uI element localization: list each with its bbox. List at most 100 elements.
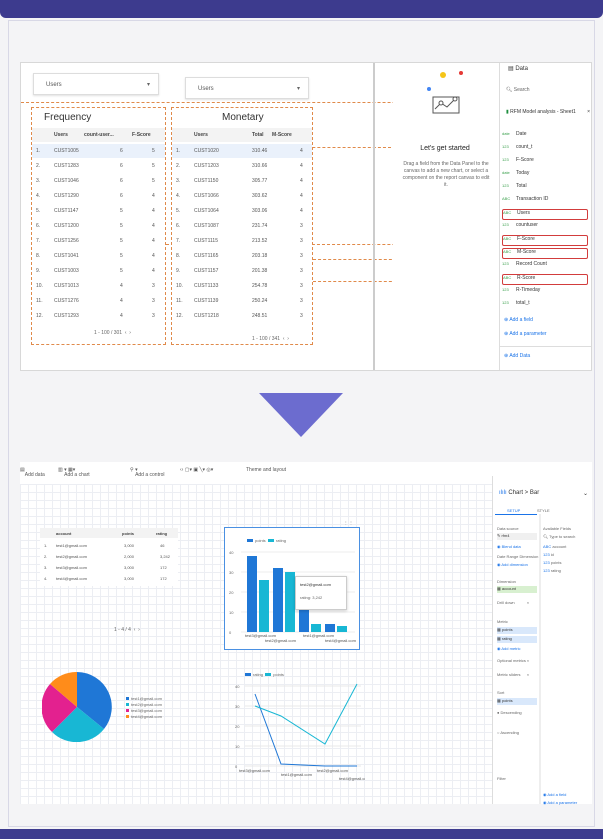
dimension-chip[interactable]: ▦ account	[497, 586, 537, 593]
field-item[interactable]: 123 countuser	[502, 222, 588, 233]
table-pager[interactable]: 1 - 4 / 4 ‹ ›	[114, 627, 140, 633]
table-row[interactable]: 7. CUST1115 213.52 3	[172, 234, 312, 248]
column-header[interactable]: Users	[194, 132, 208, 138]
available-field-item[interactable]: 123 points	[543, 560, 561, 565]
field-item[interactable]: 123 count_t	[502, 144, 588, 155]
add-data-button[interactable]: ▤ Add data	[20, 467, 45, 478]
table-row[interactable]: 10. CUST1133 254.78 3	[172, 279, 312, 293]
bar-chart[interactable]: ⋮ ⋮ points rating 40 30 20 10 0 test3@gmail.c…	[224, 520, 360, 650]
tab-style[interactable]: STYLE	[537, 508, 550, 513]
column-header[interactable]: count-user...	[84, 132, 114, 138]
column-header[interactable]: Users	[54, 132, 68, 138]
table-pager[interactable]: 1 - 100 / 301 ‹ ›	[94, 330, 131, 336]
table-row[interactable]: 11. CUST1139 250.24 3	[172, 294, 312, 308]
field-item[interactable]: 123 Total	[502, 183, 588, 194]
add-control-button[interactable]: ⚲ Add a control ▾	[130, 467, 165, 478]
table-row[interactable]: 9. CUST1003 5 4	[32, 264, 165, 278]
metric-sliders-toggle[interactable]: ◐	[527, 672, 529, 677]
field-item[interactable]: ABC F-Score	[502, 235, 588, 246]
search-input[interactable]: 🔍︎ Search	[506, 87, 530, 93]
table-row[interactable]: 2. test2@gmail.com 2,000 3,242	[40, 551, 178, 561]
table-row[interactable]: 11. CUST1276 4 3	[32, 294, 165, 308]
field-item[interactable]: ABC Transaction ID	[502, 196, 588, 207]
drill-down-toggle[interactable]: ◐	[527, 600, 529, 605]
field-item[interactable]: 123 total_t	[502, 300, 588, 311]
column-header[interactable]: F-Score	[132, 132, 151, 138]
theme-layout-button[interactable]: Theme and layout	[246, 467, 286, 473]
users-dropdown-left[interactable]: Users ▾	[33, 73, 159, 95]
table-row[interactable]: 7. CUST1256 5 4	[32, 234, 165, 248]
table-title: Frequency	[44, 112, 92, 123]
available-field-item[interactable]: 123 id	[543, 552, 554, 557]
table-row[interactable]: 4. CUST1290 6 4	[32, 189, 165, 203]
field-item[interactable]: 123 Record Count	[502, 261, 588, 272]
field-item[interactable]: ABC R-Score	[502, 274, 588, 285]
table-row[interactable]: 10. CUST1013 4 3	[32, 279, 165, 293]
metric-chip-rating[interactable]: ▦ rating	[497, 636, 537, 643]
data-source-item[interactable]: ▮ RFM Model analysis - Sheet1 ×	[506, 109, 590, 115]
toolbar-icons[interactable]: ‹› ▢▾ ▣ ╲▾ ◎▾	[180, 467, 213, 473]
chevron-down-icon[interactable]: ⌄	[583, 490, 588, 497]
table-row[interactable]: 3. CUST1046 6 5	[32, 174, 165, 188]
table-row[interactable]: 2. CUST1203 310.66 4	[172, 159, 312, 173]
column-header[interactable]: Total	[252, 132, 264, 138]
table-row[interactable]: 1. CUST1005 6 5	[32, 144, 165, 158]
table-row[interactable]: 3. test3@gmail.com 3,000 172	[40, 562, 178, 572]
table-row[interactable]: 2. CUST1283 6 5	[32, 159, 165, 173]
field-item[interactable]: 123 R-Timeday	[502, 287, 588, 298]
table-row[interactable]: 8. CUST1041 5 4	[32, 249, 165, 263]
field-item[interactable]: date Today	[502, 170, 588, 181]
field-item[interactable]: ABC Users	[502, 209, 588, 220]
table-row[interactable]: 8. CUST1165 203.18 3	[172, 249, 312, 263]
add-dimension-button[interactable]: ◉ Add dimension	[497, 562, 528, 567]
add-parameter-button[interactable]: ⊕ Add a parameter	[504, 331, 547, 337]
descending-radio[interactable]: ● Descending	[497, 710, 522, 715]
tab-setup[interactable]: SETUP	[507, 508, 520, 513]
add-field-button[interactable]: ⊕ Add a field	[504, 317, 533, 323]
add-data-button[interactable]: ⊕ Add Data	[504, 353, 530, 359]
add-parameter-button[interactable]: ◉ Add a parameter	[543, 800, 577, 805]
chart-options-icon[interactable]: ⋮ ⋮	[344, 520, 353, 525]
blend-data-button[interactable]: ◉ Blend data	[497, 544, 521, 549]
optional-metrics-label: Optional metrics	[497, 658, 526, 663]
column-header[interactable]: rating	[156, 531, 167, 536]
field-item[interactable]: date Date	[502, 131, 588, 142]
sort-chip[interactable]: ▦ points	[497, 698, 537, 705]
available-field-item[interactable]: ABC account	[543, 544, 566, 549]
table-cell: CUST1115	[194, 238, 218, 244]
table-pager[interactable]: 1 - 100 / 341 ‹ ›	[252, 336, 289, 342]
table-row[interactable]: 1. test1@gmail.com 3,000 46	[40, 540, 178, 550]
table-cell: CUST1200	[54, 223, 79, 229]
table-row[interactable]: 1. CUST1020 310.46 4	[172, 144, 312, 158]
pie-chart[interactable]	[42, 672, 112, 742]
account-table[interactable]: account points rating 1. test1@gmail.com 3,00…	[40, 528, 178, 586]
column-header[interactable]: points	[122, 531, 134, 536]
table-row[interactable]: 9. CUST1157 201.38 3	[172, 264, 312, 278]
available-field-item[interactable]: 123 rating	[543, 568, 561, 573]
table-row[interactable]: 6. CUST1087 231.74 3	[172, 219, 312, 233]
column-header[interactable]: account	[56, 531, 71, 536]
table-row[interactable]: 4. test4@gmail.com 3,000 172	[40, 573, 178, 583]
table-cell: 172	[160, 565, 167, 570]
data-source-chip[interactable]: ✎ rfm4	[497, 533, 537, 540]
field-item[interactable]: ABC M-Score	[502, 248, 588, 259]
table-row[interactable]: 5. CUST1064 303.06 4	[172, 204, 312, 218]
column-header[interactable]: M-Score	[272, 132, 292, 138]
add-chart-button[interactable]: ▥ Add a chart ▾ ▦▾	[58, 467, 90, 478]
table-row[interactable]: 5. CUST1147 5 4	[32, 204, 165, 218]
users-dropdown-right[interactable]: Users ▾	[185, 77, 309, 99]
field-search-input[interactable]: 🔍︎ Type to search	[543, 534, 575, 539]
ascending-radio[interactable]: ○ Ascending	[497, 730, 519, 735]
add-metric-button[interactable]: ◉ Add metric	[497, 646, 521, 651]
metric-chip-points[interactable]: ▦ points	[497, 627, 537, 634]
add-field-button[interactable]: ◉ Add a field	[543, 792, 566, 797]
table-row[interactable]: 12. CUST1218 248.51 3	[172, 309, 312, 323]
table-row[interactable]: 4. CUST1066 303.62 4	[172, 189, 312, 203]
table-row[interactable]: 12. CUST1293 4 3	[32, 309, 165, 323]
line-chart[interactable]: rating points 40 30 20 10 0 test3@gmail.com te…	[225, 672, 371, 784]
optional-metrics-toggle[interactable]: ◐	[527, 658, 529, 663]
table-row[interactable]: 3. CUST1150 305.77 4	[172, 174, 312, 188]
field-item[interactable]: 123 F-Score	[502, 157, 588, 168]
report-canvas[interactable]: account points rating 1. test1@gmail.com 3,00…	[20, 484, 492, 804]
table-row[interactable]: 6. CUST1200 5 4	[32, 219, 165, 233]
